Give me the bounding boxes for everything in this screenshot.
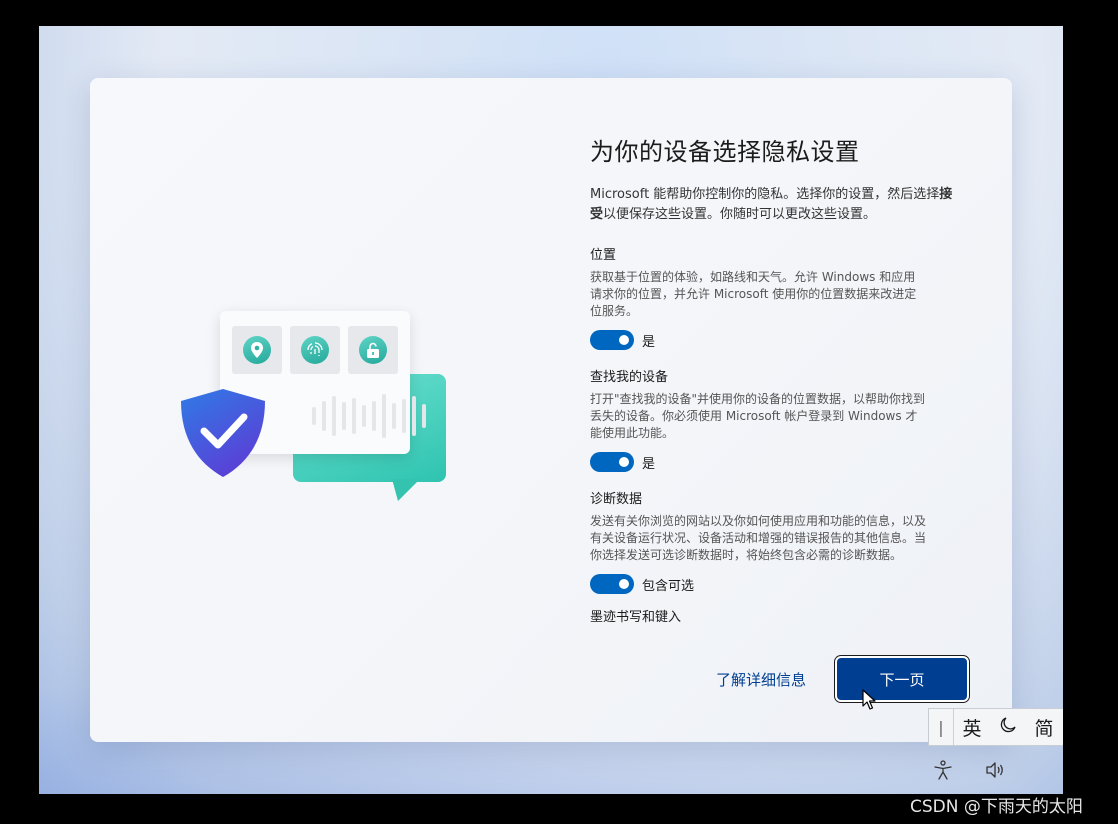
settings-scroll-area[interactable]: 位置 获取基于位置的体验，如路线和天气。允许 Windows 和应用请求你的位置…	[590, 244, 970, 632]
setting-diagnostic-data: 诊断数据 发送有关你浏览的网站以及你如何使用应用和功能的信息，以及有关设备运行状…	[590, 488, 970, 594]
moon-icon[interactable]	[990, 716, 1026, 739]
ime-language-toggle[interactable]: 英	[954, 714, 990, 741]
lock-tile	[348, 326, 398, 374]
watermark: CSDN @下雨天的太阳	[910, 797, 1083, 817]
audio-wave	[312, 391, 426, 441]
setting-location: 位置 获取基于位置的体验，如路线和天气。允许 Windows 和应用请求你的位置…	[590, 244, 970, 350]
fingerprint-tile	[290, 326, 340, 374]
find-my-device-toggle[interactable]	[590, 452, 634, 472]
page-title: 为你的设备选择隐私设置	[590, 138, 860, 166]
volume-icon[interactable]	[984, 759, 1006, 781]
toggle-label: 包含可选	[642, 578, 695, 594]
ime-toolbar: | 英 简	[928, 708, 1063, 746]
location-tile	[232, 326, 282, 374]
toggle-label: 是	[642, 334, 656, 350]
location-pin-icon	[243, 336, 271, 364]
privacy-header: 为你的设备选择隐私设置 Microsoft 能帮助你控制你的隐私。选择你的设置，…	[590, 132, 970, 225]
setting-description: 获取基于位置的体验，如路线和天气。允许 Windows 和应用请求你的位置，并允…	[590, 270, 917, 318]
intro-prefix: Microsoft 能帮助你控制你的隐私。选择你的设置，然后选择	[590, 187, 940, 202]
location-toggle[interactable]	[590, 330, 634, 350]
setting-inking-typing-title: 墨迹书写和键入	[590, 610, 682, 625]
unlock-icon	[359, 336, 387, 364]
setting-find-my-device: 查找我的设备 打开"查找我的设备"并使用你的设备的位置数据，以帮助你找到丢失的设…	[590, 366, 970, 472]
toggle-label: 是	[642, 456, 656, 472]
mouse-cursor-icon	[862, 689, 876, 710]
intro-text: Microsoft 能帮助你控制你的隐私。选择你的设置，然后选择接受以便保存这些…	[590, 185, 962, 225]
chat-bubble-tail	[383, 479, 421, 501]
setting-title: 诊断数据	[590, 492, 643, 507]
setting-description: 打开"查找我的设备"并使用你的设备的位置数据，以帮助你找到丢失的设备。你必须使用…	[590, 392, 926, 440]
next-button[interactable]: 下一页	[837, 658, 967, 700]
ime-script-toggle[interactable]: 简	[1026, 714, 1062, 741]
diagnostic-data-toggle[interactable]	[590, 574, 634, 594]
privacy-card: 为你的设备选择隐私设置 Microsoft 能帮助你控制你的隐私。选择你的设置，…	[90, 78, 1012, 742]
system-tray	[932, 759, 1006, 781]
fingerprint-icon	[301, 336, 329, 364]
oobe-screen: 为你的设备选择隐私设置 Microsoft 能帮助你控制你的隐私。选择你的设置，…	[39, 26, 1063, 794]
setting-title: 查找我的设备	[590, 370, 669, 385]
shield-check-icon	[181, 389, 265, 477]
ime-grip-handle[interactable]: |	[929, 709, 954, 745]
setting-description: 发送有关你浏览的网站以及你如何使用应用和功能的信息，以及有关设备运行状况、设备活…	[590, 514, 927, 562]
learn-more-link[interactable]: 了解详细信息	[716, 669, 806, 690]
setting-title: 位置	[590, 248, 617, 263]
intro-suffix: 以便保存这些设置。你随时可以更改这些设置。	[603, 207, 877, 222]
privacy-illustration	[178, 311, 448, 511]
accessibility-icon[interactable]	[932, 759, 954, 781]
